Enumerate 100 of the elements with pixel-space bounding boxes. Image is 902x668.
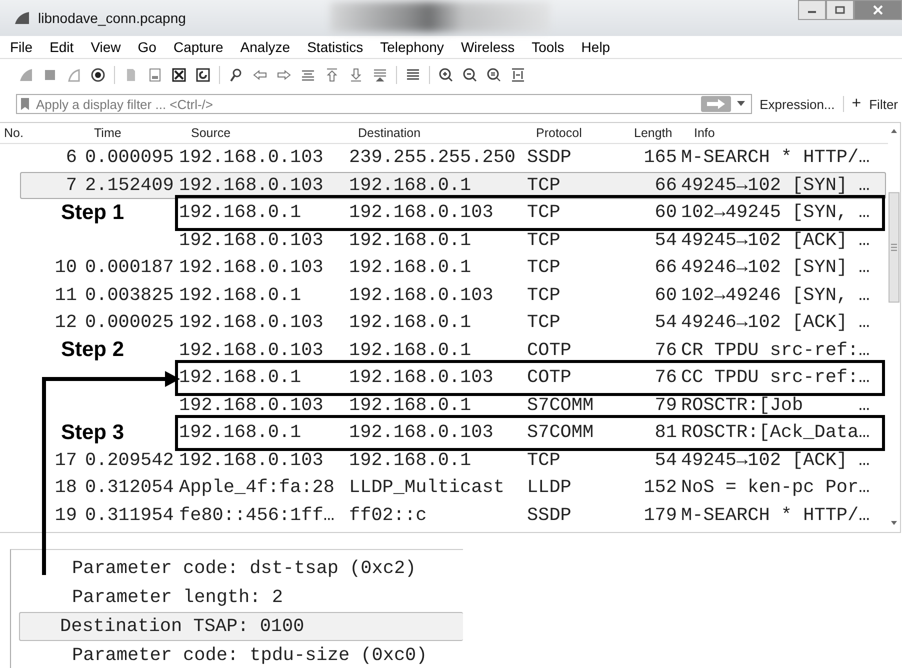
maximize-icon [835,6,845,14]
table-cell-text: 192.168.0.103 [179,450,324,471]
table-cell-text: 79 [654,394,677,416]
stop-icon[interactable] [42,67,58,83]
table-cell-text: ROSCTR:[Job … [680,394,871,416]
table-cell-text: TCP [527,450,562,471]
step-label: Step 1 [60,200,124,225]
menu-item[interactable]: File [10,39,33,55]
table-cell-text: 10 [54,257,77,278]
detail-line[interactable]: Parameter code: tpdu-size (0xc0) [21,641,463,668]
table-cell-text: Apple_4f:fa:28 [179,477,336,498]
table-cell-text: 152 [642,477,677,498]
table-cell-text: 66 [654,174,677,196]
table-cell-text: 192.168.0.1 [349,230,472,251]
add-filter-button[interactable]: + [852,95,862,113]
table-cell-text: 179 [642,504,677,526]
column-header[interactable]: Source [191,126,358,140]
zoom-reset-icon[interactable] [486,67,502,83]
table-cell-text: 17 [54,450,77,471]
shark-fin-icon [14,11,30,25]
menu-item[interactable]: Statistics [307,39,364,55]
table-cell-text: 76 [654,340,677,361]
table-cell-text: 66 [654,257,677,278]
options-icon[interactable] [90,67,106,83]
table-cell-text: LLDP_Multicast [349,477,506,498]
table-cell-text: 192.168.0.103 [179,230,324,251]
selected-row[interactable]: 7 2.152409 192.168.0.103 192.168.0.1 TCP 66 49245→102 [SYN] … [20,172,886,199]
table-cell-text: TCP [527,202,562,224]
menu-item[interactable]: Tools [532,39,564,55]
close-icon [873,5,883,15]
table-cell-text: 239.255.255.250 [349,147,517,168]
column-header[interactable]: Time [94,126,191,140]
table-cell-text: 54 [654,312,677,334]
minimize-button[interactable] [798,0,826,20]
table-cell-text: 192.168.0.103 [179,340,324,361]
display-filter-field[interactable]: Apply a display filter ... <Ctrl-/> [36,96,695,112]
bookmark-icon[interactable] [20,97,30,111]
search-icon[interactable] [228,67,244,83]
menu-item[interactable]: Help [581,39,610,55]
table-cell-text: 192.168.0.1 [349,340,472,361]
last-packet-icon[interactable] [348,67,364,83]
table-cell-text: 12 [54,312,77,334]
table-cell-text: 192.168.0.1 [349,174,472,196]
column-header[interactable]: Length [634,126,690,140]
menu-item[interactable]: Telephony [380,39,444,55]
table-cell-text: 0.000095 [85,147,175,168]
table-cell-text: 54 [654,450,677,471]
menu-item[interactable]: Edit [50,39,74,55]
column-header[interactable]: Protocol [536,126,634,140]
column-header[interactable]: Destination [358,126,536,140]
table-cell-text: 19 [54,504,77,526]
arrow-right-icon[interactable] [276,67,292,83]
resize-columns-icon[interactable] [510,67,526,83]
table-cell-text: 192.168.0.103 [179,147,324,168]
save-file-icon[interactable] [147,67,163,83]
table-cell-text: ROSCTR:[Ack_Data… [680,422,871,444]
menu-item[interactable]: Analyze [240,39,290,55]
table-cell-text: LLDP [527,477,572,498]
table-cell-text: 192.168.0.103 [179,394,324,416]
restart-icon[interactable] [66,67,82,83]
menu-item[interactable]: View [90,39,121,55]
table-cell-text: 192.168.0.1 [349,257,472,278]
table-cell-text: 49245→102 [SYN] … [680,174,871,196]
table-cell-text: 60 [654,284,677,306]
column-header[interactable]: Info [690,126,794,140]
close-button[interactable] [854,0,902,20]
table-cell-text: 81 [654,422,677,444]
table-cell-text: 0.000025 [85,312,175,334]
detail-line[interactable]: Parameter length: 2 [21,583,463,612]
menu-item[interactable]: Go [138,39,156,55]
dropdown-caret-icon[interactable] [736,101,745,107]
column-header[interactable]: No. [0,126,86,140]
table-cell-text: 49245→102 [ACK] … [680,450,871,471]
table-cell-text: TCP [527,230,562,251]
autoscroll-icon[interactable] [372,67,388,83]
table-cell-text: 192.168.0.103 [349,284,494,306]
menu-item[interactable]: Capture [173,39,224,55]
filter-button[interactable]: Filter [869,96,898,112]
menu-item[interactable]: Wireless [460,39,515,55]
table-cell-text: TCP [527,312,562,334]
first-packet-icon[interactable] [324,67,340,83]
zoom-out-icon[interactable] [462,67,478,83]
table-cell-text: 0.003825 [85,284,175,306]
table-cell-text: 76 [654,367,677,388]
detail-line[interactable]: Parameter code: dst-tsap (0xc2) [21,554,463,583]
zoom-in-icon[interactable] [438,67,454,83]
table-cell-text: 0.311954 [85,504,175,526]
arrow-left-icon[interactable] [252,67,268,83]
expression-button[interactable]: Expression... [760,96,835,112]
table-cell-text: ff02::c [349,504,428,526]
display-filter-box[interactable]: Apply a display filter ... <Ctrl-/> [16,94,752,114]
table-cell-text: 165 [642,147,677,168]
table-cell-text: SSDP [527,504,572,526]
close-file-icon[interactable] [171,67,187,83]
maximize-button[interactable] [826,0,854,20]
window-title: libnodave_conn.pcapng [38,10,186,26]
table-cell-text: 192.168.0.1 [349,394,472,416]
table-cell-text: M-SEARCH * HTTP/… [680,504,871,526]
reload-icon[interactable] [195,67,211,83]
table-cell-text: 2.152409 [85,174,175,196]
